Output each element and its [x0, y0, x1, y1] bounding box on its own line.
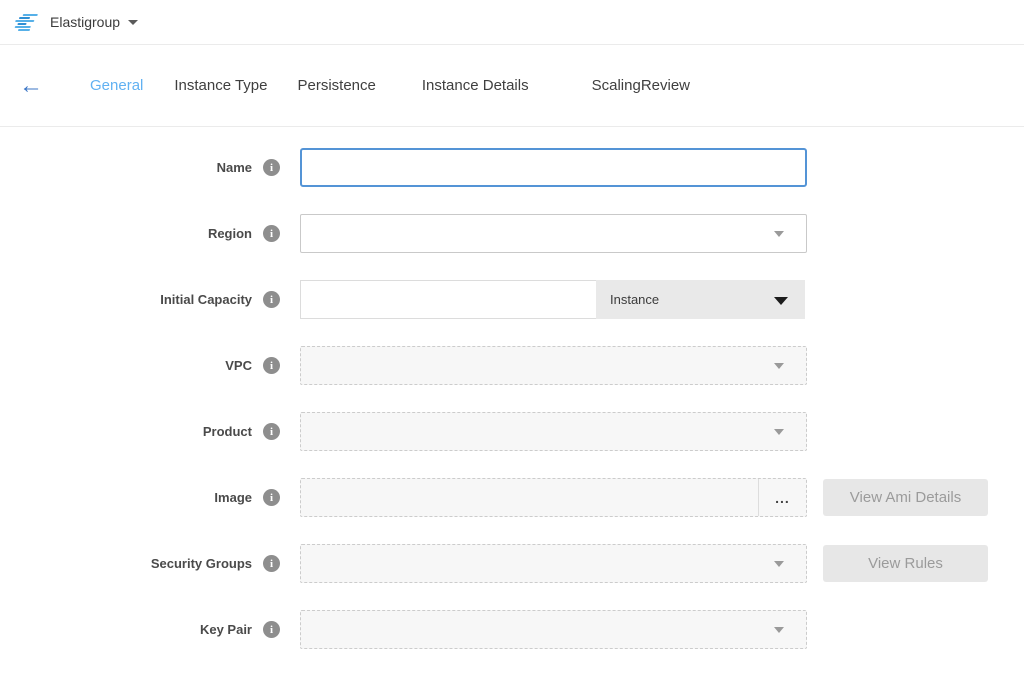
chevron-down-icon[interactable]: [128, 20, 138, 25]
tab-review[interactable]: Review: [641, 77, 690, 94]
view-rules-button[interactable]: View Rules: [823, 545, 988, 582]
form-row-security-groups: Security Groups i View Rules: [0, 544, 1024, 583]
info-icon[interactable]: i: [263, 159, 280, 176]
topbar: Elastigroup: [0, 0, 1024, 45]
info-icon[interactable]: i: [263, 423, 280, 440]
info-icon[interactable]: i: [263, 291, 280, 308]
chevron-down-icon: [774, 627, 784, 633]
info-icon[interactable]: i: [263, 357, 280, 374]
tab-general[interactable]: General: [90, 77, 143, 94]
chevron-down-icon: [774, 363, 784, 369]
form-row-initial-capacity: Initial Capacity i Instance: [0, 280, 1024, 319]
tab-instance-type[interactable]: Instance Type: [174, 77, 267, 94]
info-icon[interactable]: i: [263, 225, 280, 242]
initial-capacity-input[interactable]: [300, 280, 596, 319]
initial-capacity-label: Initial Capacity: [160, 292, 252, 307]
region-label: Region: [208, 226, 252, 241]
capacity-unit-select[interactable]: Instance: [596, 280, 805, 319]
form-row-product: Product i: [0, 412, 1024, 451]
name-label: Name: [217, 160, 252, 175]
chevron-down-icon: [774, 297, 788, 305]
security-groups-label: Security Groups: [151, 556, 252, 571]
region-select[interactable]: [300, 214, 807, 253]
info-icon[interactable]: i: [263, 555, 280, 572]
key-pair-select: [300, 610, 807, 649]
name-input[interactable]: [300, 148, 807, 187]
tab-instance-details[interactable]: Instance Details: [422, 77, 529, 94]
info-icon[interactable]: i: [263, 489, 280, 506]
vpc-label: VPC: [225, 358, 252, 373]
form-row-region: Region i: [0, 214, 1024, 253]
image-field-value: [301, 479, 758, 516]
security-groups-select: [300, 544, 807, 583]
form-row-key-pair: Key Pair i: [0, 610, 1024, 649]
info-icon[interactable]: i: [263, 621, 280, 638]
view-ami-details-button[interactable]: View Ami Details: [823, 479, 988, 516]
form-row-name: Name i: [0, 148, 1024, 187]
elastigroup-logo-icon: [12, 12, 43, 32]
chevron-down-icon: [774, 231, 784, 237]
capacity-unit-value: Instance: [610, 292, 659, 307]
image-label: Image: [214, 490, 252, 505]
image-browse-button[interactable]: ...: [758, 479, 806, 516]
form-row-vpc: VPC i: [0, 346, 1024, 385]
general-form: Name i Region i Initial Capacity i Inst: [0, 127, 1024, 649]
key-pair-label: Key Pair: [200, 622, 252, 637]
wizard-tab-bar: ← General Instance Type Persistence Inst…: [0, 45, 1024, 127]
back-arrow-icon[interactable]: ←: [19, 74, 44, 98]
form-row-image: Image i ... View Ami Details: [0, 478, 1024, 517]
image-field: ...: [300, 478, 807, 517]
chevron-down-icon: [774, 561, 784, 567]
vpc-select: [300, 346, 807, 385]
chevron-down-icon: [774, 429, 784, 435]
tab-scaling[interactable]: Scaling: [592, 77, 641, 94]
product-label: Product: [203, 424, 252, 439]
product-select: [300, 412, 807, 451]
tab-persistence[interactable]: Persistence: [298, 77, 376, 94]
product-switcher-label[interactable]: Elastigroup: [50, 14, 120, 30]
